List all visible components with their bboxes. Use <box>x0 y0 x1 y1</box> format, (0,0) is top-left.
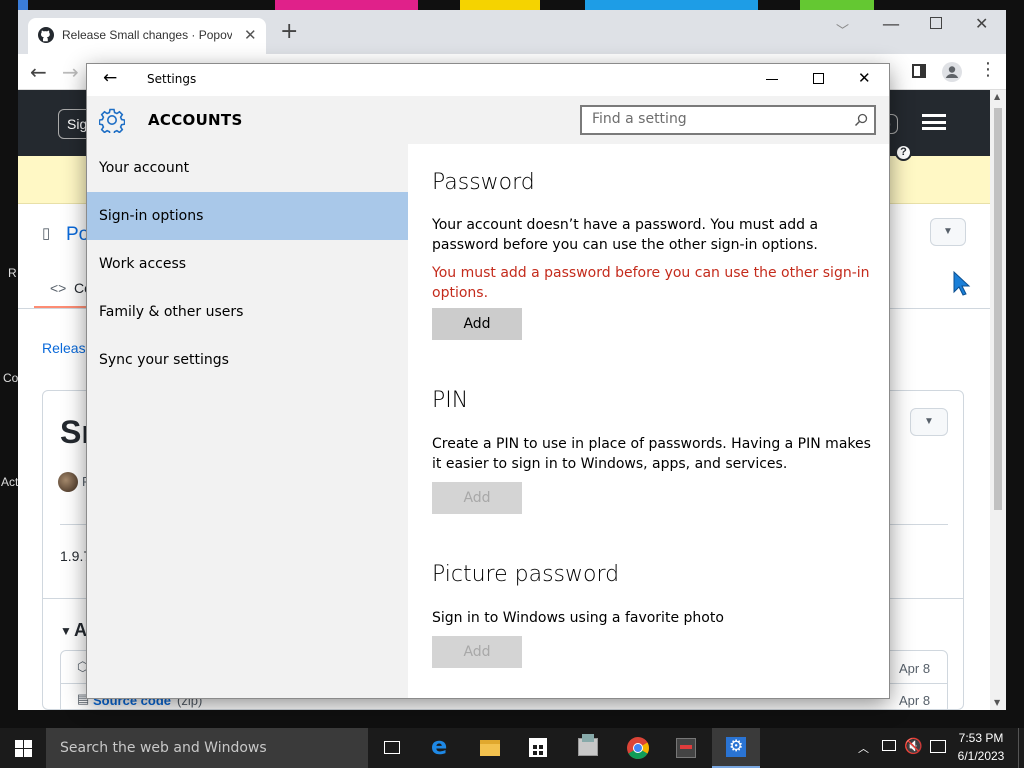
taskbar-search-input[interactable]: Search the web and Windows <box>46 728 368 768</box>
asset-date: Apr 8 <box>899 661 931 676</box>
password-warning: You must add a password before you can u… <box>432 265 870 301</box>
scroll-up-icon[interactable]: ▲ <box>994 92 1000 101</box>
new-tab-button[interactable]: + <box>280 21 298 43</box>
help-icon[interactable]: ? <box>895 144 912 161</box>
desktop-strip <box>585 0 758 10</box>
chevron-up-icon[interactable]: ︿ <box>858 740 869 756</box>
edge-icon[interactable]: e <box>418 728 466 768</box>
clock-time[interactable]: 7:53 PM <box>955 731 1007 745</box>
repo-name[interactable]: Po <box>66 224 89 246</box>
close-tab-icon[interactable]: ✕ <box>244 26 257 44</box>
desktop-icon-label[interactable]: R <box>8 266 17 280</box>
clock-date[interactable]: 6/1/2023 <box>955 749 1007 763</box>
repo-icon: ▯ <box>42 225 51 242</box>
password-heading: Password <box>432 170 535 195</box>
back-arrow-icon[interactable]: ← <box>30 60 47 84</box>
mouse-cursor-icon <box>953 270 971 296</box>
scroll-down-icon[interactable]: ▼ <box>994 698 1000 707</box>
close-icon[interactable]: ✕ <box>975 14 988 33</box>
forward-arrow-icon[interactable]: → <box>62 60 79 84</box>
file-explorer-icon[interactable] <box>466 728 514 768</box>
asset-date: Apr 8 <box>899 693 931 708</box>
add-password-button[interactable]: Add <box>432 308 522 340</box>
maximize-icon[interactable] <box>930 17 942 29</box>
release-menu-button[interactable]: ▼ <box>910 408 948 436</box>
settings-header: ACCOUNTS Find a setting <box>87 96 889 144</box>
taskbar: Search the web and Windows e ⚙ ︿ 🔇 7:53 … <box>0 728 1024 768</box>
back-arrow-icon[interactable]: ← <box>103 68 117 88</box>
pin-heading: PIN <box>432 388 469 413</box>
gear-icon <box>99 108 125 133</box>
chevron-down-icon[interactable]: ▼ <box>930 218 966 246</box>
sidebar-item-sync-settings[interactable]: Sync your settings <box>87 336 408 384</box>
browser-tab-bar: Release Small changes · PopovEv ✕ + ﹀ — … <box>18 10 1006 54</box>
search-placeholder: Find a setting <box>592 111 687 127</box>
minimize-icon[interactable] <box>766 79 778 80</box>
page-title: ACCOUNTS <box>148 111 243 129</box>
close-icon[interactable]: ✕ <box>858 69 871 87</box>
triangle-down-icon[interactable]: ▼ <box>60 624 72 638</box>
desktop-icon-label[interactable]: Act <box>1 475 18 489</box>
desktop-strip <box>460 0 540 10</box>
avatar[interactable] <box>58 472 78 492</box>
window-title: Settings <box>147 72 197 86</box>
picture-password-heading: Picture password <box>432 562 620 587</box>
pin-description: Create a PIN to use in place of password… <box>432 436 871 472</box>
add-pin-button[interactable]: Add <box>432 482 522 514</box>
side-panel-icon[interactable] <box>912 64 926 78</box>
installer-icon[interactable] <box>564 728 612 768</box>
show-desktop-button[interactable] <box>1018 728 1024 768</box>
menu-dots-icon[interactable]: ⋮ <box>979 60 997 80</box>
browser-tab-title: Release Small changes · PopovEv <box>62 28 232 42</box>
add-picture-password-button[interactable]: Add <box>432 636 522 668</box>
task-view-icon[interactable] <box>368 728 416 768</box>
settings-taskbar-icon[interactable]: ⚙ <box>712 728 760 768</box>
sidebar-item-family-other-users[interactable]: Family & other users <box>87 288 408 336</box>
desktop-strip <box>275 0 418 10</box>
desktop-strip <box>800 0 874 10</box>
github-icon <box>38 27 54 43</box>
maximize-icon[interactable] <box>813 73 824 84</box>
chrome-icon[interactable] <box>614 728 662 768</box>
windows-start-icon[interactable] <box>15 740 32 757</box>
sidebar-item-work-access[interactable]: Work access <box>87 240 408 288</box>
remote-app-icon[interactable] <box>662 728 710 768</box>
assets-heading[interactable]: A <box>74 620 87 641</box>
desktop-strip <box>18 0 28 10</box>
search-input[interactable]: Find a setting <box>580 105 876 135</box>
settings-titlebar: ← Settings ✕ <box>87 64 889 96</box>
settings-sidebar: Your account Sign-in options Work access… <box>87 144 408 698</box>
sidebar-item-sign-in-options[interactable]: Sign-in options <box>87 192 408 240</box>
action-center-icon[interactable] <box>930 740 946 753</box>
chevron-down-icon[interactable]: ﹀ <box>836 20 849 39</box>
sidebar-item-your-account[interactable]: Your account <box>87 144 408 192</box>
profile-avatar[interactable] <box>942 62 962 82</box>
settings-content: Password Your account doesn’t have a pas… <box>408 144 889 698</box>
minimize-icon[interactable]: — <box>882 14 900 35</box>
search-icon[interactable] <box>854 113 868 127</box>
settings-window: ← Settings ✕ ACCOUNTS Find a setting You… <box>87 64 889 698</box>
store-icon[interactable] <box>514 728 562 768</box>
breadcrumb[interactable]: Release <box>42 340 93 356</box>
network-icon[interactable] <box>882 740 896 751</box>
picture-password-description: Sign in to Windows using a favorite phot… <box>432 610 724 626</box>
code-icon: <> <box>50 280 67 296</box>
desktop-icon-label[interactable]: Co <box>3 371 18 385</box>
volume-muted-icon[interactable]: 🔇 <box>904 737 923 755</box>
password-description: Your account doesn’t have a password. Yo… <box>432 217 819 253</box>
hamburger-menu-icon[interactable] <box>922 114 946 130</box>
browser-tab[interactable]: Release Small changes · PopovEv ✕ <box>28 18 266 54</box>
scrollbar-thumb[interactable] <box>994 108 1002 510</box>
